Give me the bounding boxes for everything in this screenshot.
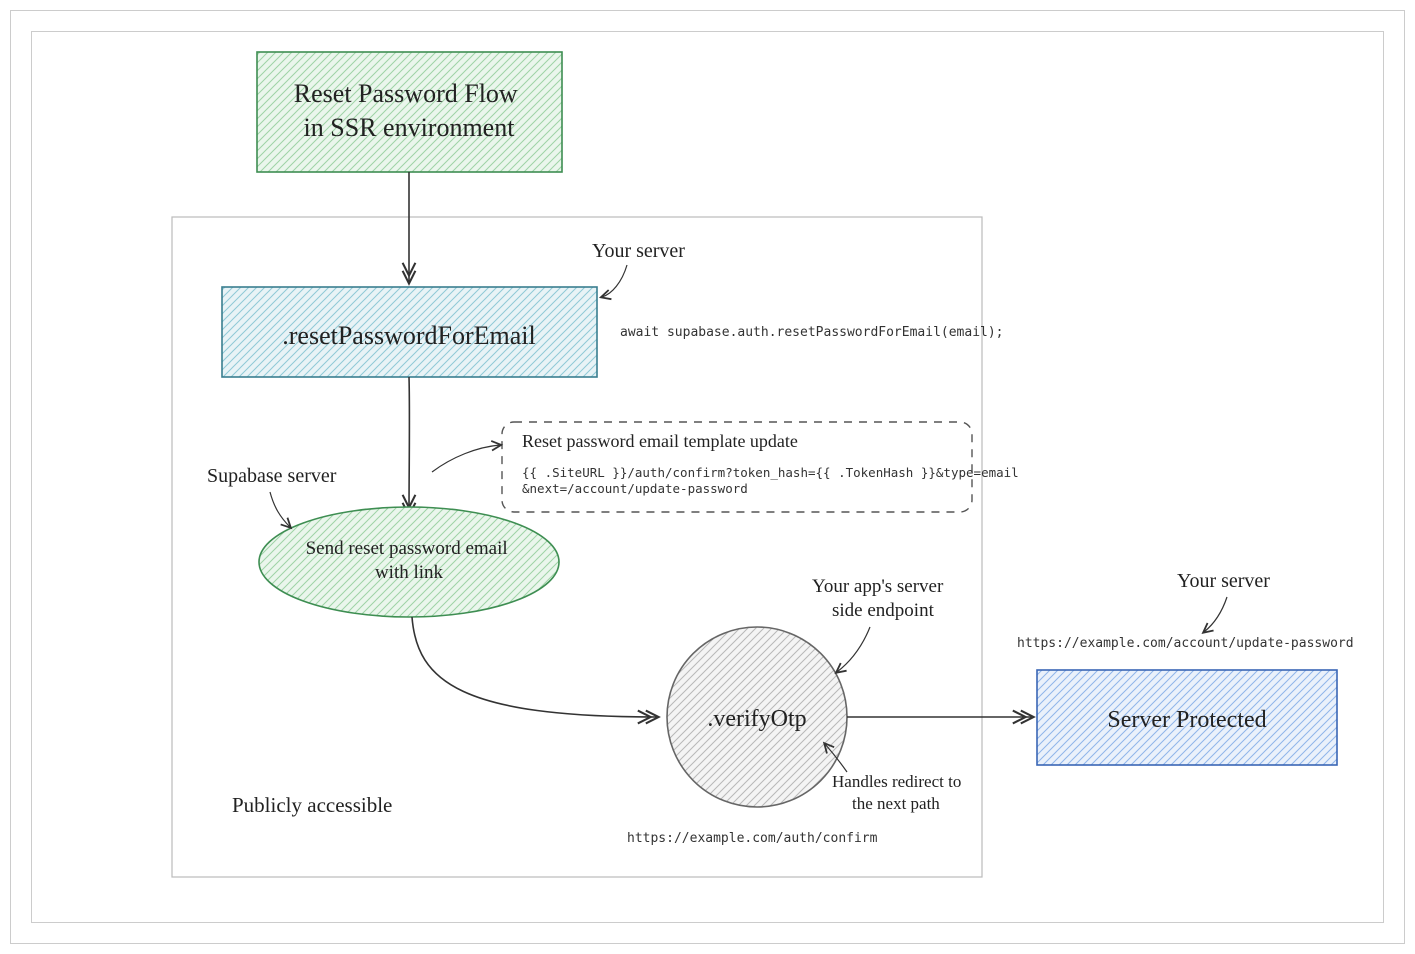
reset-password-label: .resetPasswordForEmail	[282, 321, 535, 350]
title-line1: Reset Password Flow	[294, 79, 518, 108]
email-template-box: Reset password email template update {{ …	[502, 422, 1026, 512]
your-server-pointer-1	[602, 265, 627, 297]
your-server-label-2: Your server	[1177, 570, 1270, 592]
apps-endpoint-pointer	[837, 627, 870, 672]
send-email-line2: with link	[375, 562, 444, 583]
publicly-accessible-label: Publicly accessible	[232, 793, 392, 817]
inner-frame: Reset Password Flow in SSR environment .…	[31, 31, 1384, 923]
svg-text:{{ .SiteURL }}/auth/confirm?to: {{ .SiteURL }}/auth/confirm?token_hash={…	[522, 465, 1026, 496]
title-box: Reset Password Flow in SSR environment	[257, 52, 562, 172]
diagram-svg: Reset Password Flow in SSR environment .…	[32, 32, 1385, 924]
arrow-email-to-verify	[412, 617, 657, 717]
supabase-server-label: Supabase server	[207, 465, 337, 487]
svg-text:Handles redirect to the ne: Handles redirect to the next path	[832, 772, 966, 813]
title-line2: in SSR environment	[304, 113, 516, 142]
outer-frame: Reset Password Flow in SSR environment .…	[10, 10, 1405, 944]
template-title: Reset password email template update	[522, 431, 798, 451]
server-protected-label: Server Protected	[1107, 707, 1266, 733]
template-body-line2: &next=/account/update-password	[522, 481, 748, 496]
your-server-label-1: Your server	[592, 240, 685, 262]
verify-otp-node: .verifyOtp	[667, 627, 847, 807]
apps-endpoint-line1: Your app's server	[812, 576, 944, 597]
send-email-node: Send reset password email with link	[259, 507, 559, 617]
template-body-line1: {{ .SiteURL }}/auth/confirm?token_hash={…	[522, 465, 1019, 480]
confirm-url: https://example.com/auth/confirm	[627, 831, 878, 846]
apps-endpoint-line2: side endpoint	[832, 600, 935, 621]
supabase-server-pointer	[270, 492, 290, 527]
svg-text:Your app's server side end: Your app's server side endpoint	[812, 576, 948, 621]
reset-code-snippet: await supabase.auth.resetPasswordForEmai…	[620, 325, 1004, 340]
update-password-url: https://example.com/account/update-passw…	[1017, 636, 1354, 651]
send-email-line1: Send reset password email	[306, 538, 508, 559]
verify-otp-label: .verifyOtp	[707, 706, 806, 732]
redirect-note-line1: Handles redirect to	[832, 772, 961, 791]
redirect-note-line2: the next path	[852, 794, 940, 813]
template-pointer	[432, 445, 500, 472]
your-server-pointer-2	[1204, 597, 1227, 632]
reset-password-box: .resetPasswordForEmail	[222, 287, 597, 377]
server-protected-box: Server Protected	[1037, 670, 1337, 765]
